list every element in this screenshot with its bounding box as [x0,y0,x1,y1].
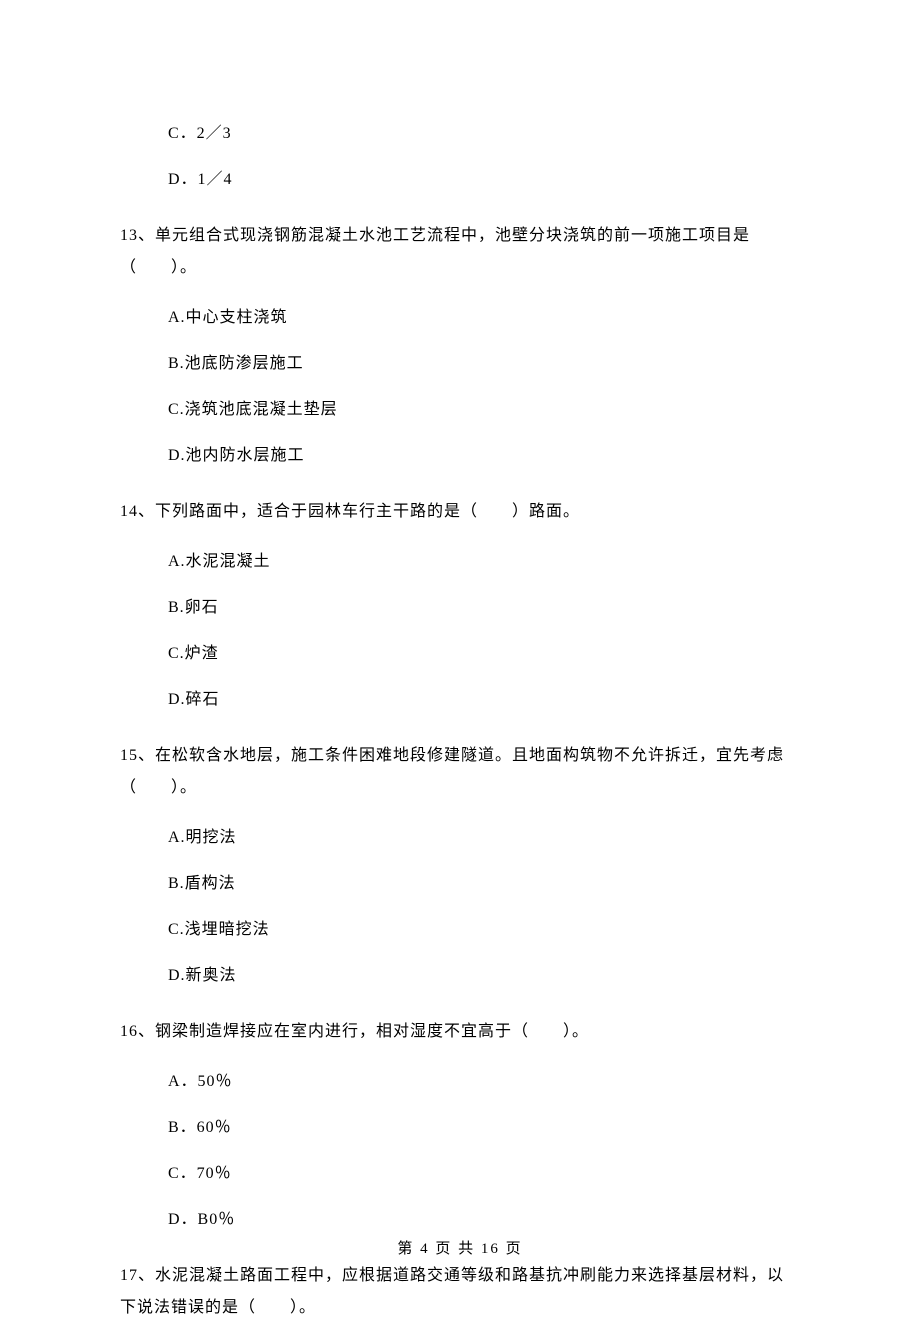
q14-option-d: D.碎石 [168,688,800,712]
page-footer: 第 4 页 共 16 页 [0,1238,920,1261]
q16-option-a: A．50％ [168,1070,800,1094]
q17-num: 17、 [120,1267,155,1284]
q15-option-b: B.盾构法 [168,872,800,896]
q15-num: 15、 [120,747,155,764]
q13-option-d: D.池内防水层施工 [168,444,800,468]
q14-text: 下列路面中，适合于园林车行主干路的是（ ）路面。 [155,503,580,520]
q16-stem: 16、钢梁制造焊接应在室内进行，相对湿度不宜高于（ ）。 [120,1016,800,1048]
q14-option-a: A.水泥混凝土 [168,550,800,574]
q14-option-b: B.卵石 [168,596,800,620]
q15-option-a: A.明挖法 [168,826,800,850]
q17-text: 水泥混凝土路面工程中，应根据道路交通等级和路基抗冲刷能力来选择基层材料，以下说法… [120,1267,784,1316]
q16-option-b: B．60％ [168,1116,800,1140]
q14-num: 14、 [120,503,155,520]
q16-option-c: C．70％ [168,1162,800,1186]
q14-stem: 14、下列路面中，适合于园林车行主干路的是（ ）路面。 [120,496,800,528]
q15-text: 在松软含水地层，施工条件困难地段修建隧道。且地面构筑物不允许拆迁，宜先考虑（ ）… [120,747,784,796]
q12-option-d: D．1／4 [168,168,800,192]
q15-option-d: D.新奥法 [168,964,800,988]
q13-option-b: B.池底防渗层施工 [168,352,800,376]
q12-option-c: C．2／3 [168,122,800,146]
q13-stem: 13、单元组合式现浇钢筋混凝土水池工艺流程中，池壁分块浇筑的前一项施工项目是（ … [120,220,800,284]
q13-option-c: C.浇筑池底混凝土垫层 [168,398,800,422]
q16-text: 钢梁制造焊接应在室内进行，相对湿度不宜高于（ ）。 [155,1023,589,1040]
q15-option-c: C.浅埋暗挖法 [168,918,800,942]
q15-stem: 15、在松软含水地层，施工条件困难地段修建隧道。且地面构筑物不允许拆迁，宜先考虑… [120,740,800,804]
q16-option-d: D．B0％ [168,1208,800,1232]
q13-num: 13、 [120,227,155,244]
q14-option-c: C.炉渣 [168,642,800,666]
q16-num: 16、 [120,1023,155,1040]
q13-text: 单元组合式现浇钢筋混凝土水池工艺流程中，池壁分块浇筑的前一项施工项目是（ ）。 [120,227,750,276]
q13-option-a: A.中心支柱浇筑 [168,306,800,330]
q17-stem: 17、水泥混凝土路面工程中，应根据道路交通等级和路基抗冲刷能力来选择基层材料，以… [120,1260,800,1324]
